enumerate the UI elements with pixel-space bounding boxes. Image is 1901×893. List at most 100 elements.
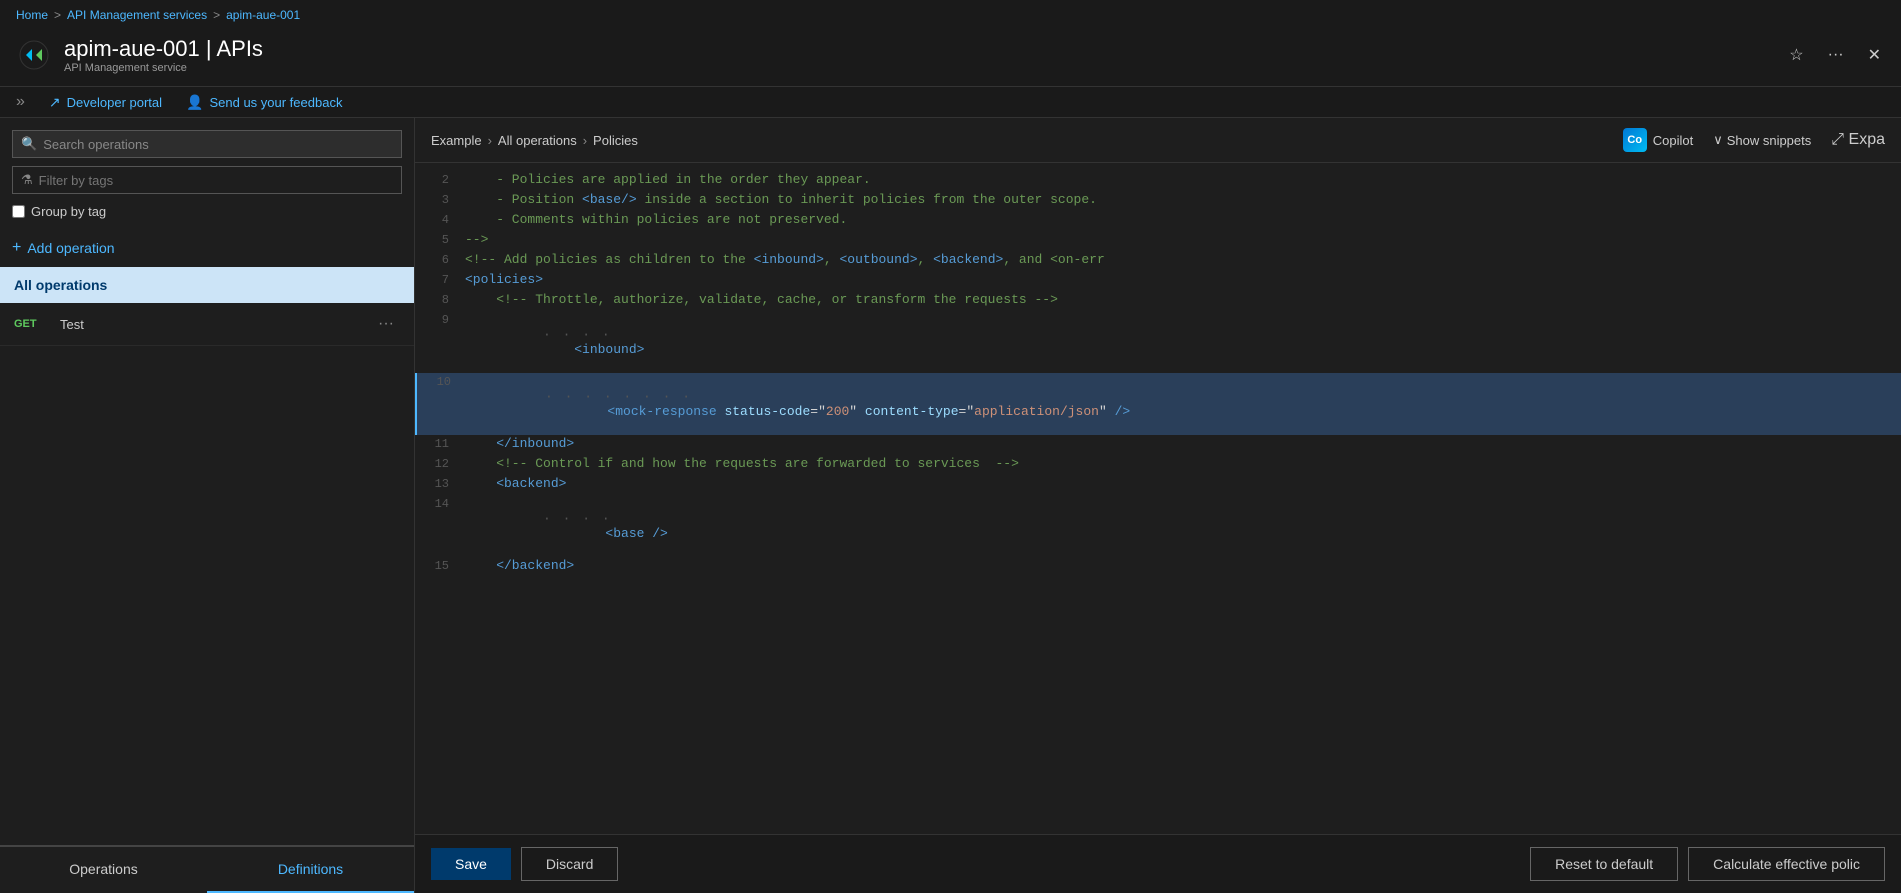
header-title-block: apim-aue-001 | APIs API Management servi… [64,36,1773,74]
line-num: 5 [415,233,465,247]
definitions-tab-label: Definitions [217,861,404,877]
search-icon: 🔍 [21,136,37,152]
header: apim-aue-001 | APIs API Management servi… [0,30,1901,87]
code-breadcrumb-part3: Policies [593,133,638,148]
main-content: 🔍 ⚗ Group by tag + Add operation All ope… [0,118,1901,893]
copilot-button[interactable]: Co Copilot [1623,128,1693,152]
line-num: 2 [415,173,465,187]
code-breadcrumb-sep2: › [583,133,587,148]
add-operation-button[interactable]: + Add operation [0,229,414,267]
code-line: 15 </backend> [415,557,1901,577]
method-badge: GET [14,318,50,330]
copilot-label: Copilot [1653,133,1693,148]
bottom-bar: Save Discard Reset to default Calculate … [415,834,1901,893]
group-by-tag-label[interactable]: Group by tag [31,204,106,219]
expand-sidebar-icon[interactable]: » [16,93,25,111]
code-line: 12 <!-- Control if and how the requests … [415,455,1901,475]
page-title: apim-aue-001 | APIs [64,36,1773,62]
chevron-down-icon: ∨ [1713,132,1723,148]
line-num: 3 [415,193,465,207]
discard-button[interactable]: Discard [521,847,618,881]
breadcrumb-instance[interactable]: apim-aue-001 [226,8,300,22]
all-operations-label: All operations [14,277,107,293]
breadcrumb-service[interactable]: API Management services [67,8,207,22]
show-snippets-label: Show snippets [1727,133,1812,148]
code-breadcrumb-part2: All operations [498,133,577,148]
table-row[interactable]: GET Test ··· [0,303,414,346]
code-breadcrumb: Example › All operations › Policies Co C… [415,118,1901,163]
code-content: --> [465,232,488,247]
sidebar: 🔍 ⚗ Group by tag + Add operation All ope… [0,118,415,893]
breadcrumb-bar: Home > API Management services > apim-au… [0,0,1901,30]
line-num: 9 [415,313,465,327]
show-snippets-button[interactable]: ∨ Show snippets [1713,132,1811,148]
reset-button[interactable]: Reset to default [1530,847,1678,881]
code-content: · · · · · · · · <mock-response status-co… [467,374,1130,434]
line-num: 8 [415,293,465,307]
code-breadcrumb-left: Example › All operations › Policies [431,133,638,148]
feedback-icon: 👤 [186,94,203,111]
line-num: 12 [415,457,465,471]
code-line: 8 <!-- Throttle, authorize, validate, ca… [415,291,1901,311]
code-panel: Example › All operations › Policies Co C… [415,118,1901,893]
code-line: 11 </inbound> [415,435,1901,455]
feedback-link[interactable]: 👤 Send us your feedback [186,94,342,111]
group-by-tag: Group by tag [12,202,402,221]
code-breadcrumb-sep1: › [488,133,492,148]
page-subtitle: API Management service [64,62,1773,74]
breadcrumb-sep2: > [213,8,220,22]
all-operations-item[interactable]: All operations [0,267,414,303]
breadcrumb-sep1: > [54,8,61,22]
service-icon [16,37,52,73]
code-content: <!-- Control if and how the requests are… [465,456,1019,471]
expand-label: Expa [1849,131,1885,148]
filter-box[interactable]: ⚗ [12,166,402,194]
expand-icon: ⤢ [1831,131,1844,148]
op-name: Test [60,317,362,332]
code-content: <backend> [465,476,566,491]
code-line: 7 <policies> [415,271,1901,291]
save-button[interactable]: Save [431,848,511,880]
developer-portal-link[interactable]: ↗ Developer portal [49,94,162,111]
code-line: 14 · · · · <base /> [415,495,1901,557]
code-breadcrumb-part1: Example [431,133,482,148]
close-button[interactable]: ✕ [1864,41,1885,69]
search-input[interactable] [43,137,393,152]
code-line: 6 <!-- Add policies as children to the <… [415,251,1901,271]
toolbar-row: » ↗ Developer portal 👤 Send us your feed… [0,87,1901,118]
star-button[interactable]: ☆ [1785,41,1807,69]
tab-operations[interactable]: Operations [0,847,207,893]
add-operation-label: Add operation [27,240,114,256]
code-content: - Comments within policies are not prese… [465,212,847,227]
code-content: · · · · <base /> [465,496,668,556]
code-content: <!-- Throttle, authorize, validate, cach… [465,292,1058,307]
line-num: 11 [415,437,465,451]
sidebar-controls: 🔍 ⚗ Group by tag [0,118,414,229]
calculate-button[interactable]: Calculate effective polic [1688,847,1885,881]
operations-tab-label: Operations [10,861,197,877]
code-line: 10 · · · · · · · · <mock-response status… [415,373,1901,435]
tab-definitions[interactable]: Definitions [207,847,414,893]
developer-portal-label: Developer portal [67,95,162,110]
code-content: - Position <base/> inside a section to i… [465,192,1097,207]
code-content: </inbound> [465,436,574,451]
filter-icon: ⚗ [21,172,33,188]
group-by-tag-checkbox[interactable] [12,205,25,218]
operation-more-button[interactable]: ··· [372,313,400,335]
code-editor[interactable]: 2 - Policies are applied in the order th… [415,163,1901,834]
code-line: 9 · · · · <inbound> [415,311,1901,373]
code-line: 5 --> [415,231,1901,251]
line-num: 7 [415,273,465,287]
code-line: 2 - Policies are applied in the order th… [415,171,1901,191]
line-num: 4 [415,213,465,227]
search-box[interactable]: 🔍 [12,130,402,158]
code-line: 4 - Comments within policies are not pre… [415,211,1901,231]
expand-button[interactable]: ⤢ Expa [1831,131,1885,149]
feedback-label: Send us your feedback [209,95,342,110]
filter-input[interactable] [39,173,393,188]
copilot-icon: Co [1623,128,1647,152]
line-num: 10 [417,375,467,389]
code-line: 3 - Position <base/> inside a section to… [415,191,1901,211]
breadcrumb-home[interactable]: Home [16,8,48,22]
more-button[interactable]: ··· [1824,42,1848,68]
